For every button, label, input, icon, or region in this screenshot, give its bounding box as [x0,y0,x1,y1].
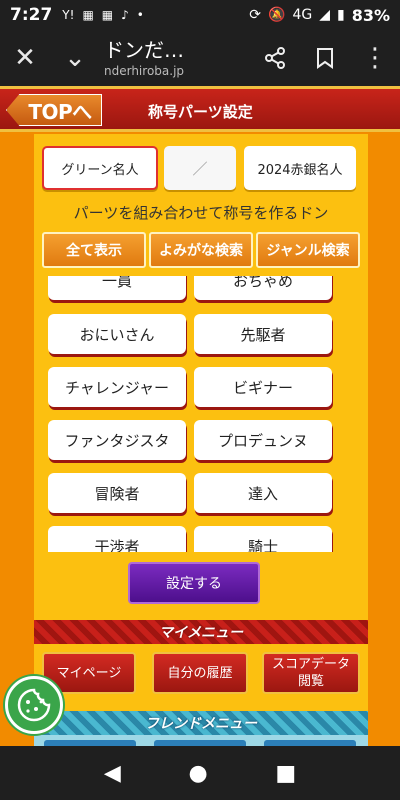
my-menu-banner: マイメニュー [34,620,368,644]
yahoo-icon: Y! [62,8,75,22]
app-icon: ▦ [82,8,94,22]
choice-item[interactable]: プロデュンヌ [194,420,332,460]
browser-title-area[interactable]: ドンだ… nderhiroba.jp [100,37,250,79]
choice-item[interactable]: ファンタジスタ [48,420,186,460]
part-separator-slot[interactable]: ／ [164,146,236,190]
choice-item[interactable]: おちゃめ [194,276,332,300]
mute-icon: 🔕 [268,7,286,23]
history-button[interactable]: 自分の履歴 [152,652,248,694]
bookmark-icon[interactable] [300,30,350,86]
choice-item[interactable]: ビギナー [194,367,332,407]
choice-list[interactable]: 一員 おちゃめ おにいさん 先駆者 チャレンジャー ビギナー ファンタジスタ プ… [34,276,368,552]
choice-item[interactable]: 騎士 [194,526,332,552]
more-dot-icon: • [136,8,144,22]
status-bar: 7:27 Y! ▦ ▦ ♪ • ⟳ 🔕 4G ◢ ▮ 83% [0,0,400,30]
home-icon[interactable]: ● [188,761,207,786]
chevron-down-icon[interactable]: ⌄ [50,30,100,86]
signal-icon: ◢ [319,7,330,23]
app-icon: ▦ [101,8,114,22]
browser-toolbar: ✕ ⌄ ドンだ… nderhiroba.jp ⋮ [0,30,400,86]
set-button[interactable]: 設定する [128,562,260,604]
battery-percent: 83% [351,5,390,25]
tab-reading-search[interactable]: よみがな検索 [149,232,253,268]
battery-icon: ▮ [336,7,345,23]
instruction-text: パーツを組み合わせて称号を作るドン [73,204,329,222]
score-data-button[interactable]: スコアデータ 閲覧 [262,652,360,694]
choice-item[interactable]: チャレンジャー [48,367,186,407]
choice-item[interactable]: 冒険者 [48,473,186,513]
choice-item[interactable]: 先駆者 [194,314,332,354]
android-nav-bar: ◀ ● ■ [0,746,400,800]
network-label: 4G [292,7,313,23]
page-header: TOPへ 称号パーツ設定 [0,86,400,132]
notification-icons: Y! ▦ ▦ ♪ • [62,8,144,22]
choice-item[interactable]: 達入 [194,473,332,513]
part-first-slot[interactable]: グリーン名人 [42,146,158,190]
tab-genre-search[interactable]: ジャンル検索 [256,232,360,268]
share-icon[interactable] [250,30,300,86]
part-last-slot[interactable]: 2024赤銀名人 [244,146,356,190]
sync-icon: ⟳ [249,7,261,23]
close-icon[interactable]: ✕ [0,30,50,86]
choice-item[interactable]: 干渉者 [48,526,186,552]
back-icon[interactable]: ◀ [104,761,121,786]
page-url: nderhiroba.jp [104,64,185,78]
cookie-settings-icon[interactable] [5,676,63,734]
recents-icon[interactable]: ■ [275,761,296,786]
tiktok-icon: ♪ [121,8,129,22]
status-time: 7:27 [10,5,53,25]
page-title: ドンだ… [104,38,184,62]
header-title: 称号パーツ設定 [148,103,253,121]
choice-item[interactable]: おにいさん [48,314,186,354]
choice-item[interactable]: 一員 [48,276,186,300]
system-status: ⟳ 🔕 4G ◢ ▮ 83% [249,6,390,25]
more-vert-icon[interactable]: ⋮ [350,30,400,86]
webpage: TOPへ 称号パーツ設定 グリーン名人 ／ 2024赤銀名人 パーツを組み合わせ… [0,86,400,746]
tab-show-all[interactable]: 全て表示 [42,232,146,268]
friend-menu-banner: フレンドメニュー [34,711,368,735]
top-button[interactable]: TOPへ [6,94,102,126]
